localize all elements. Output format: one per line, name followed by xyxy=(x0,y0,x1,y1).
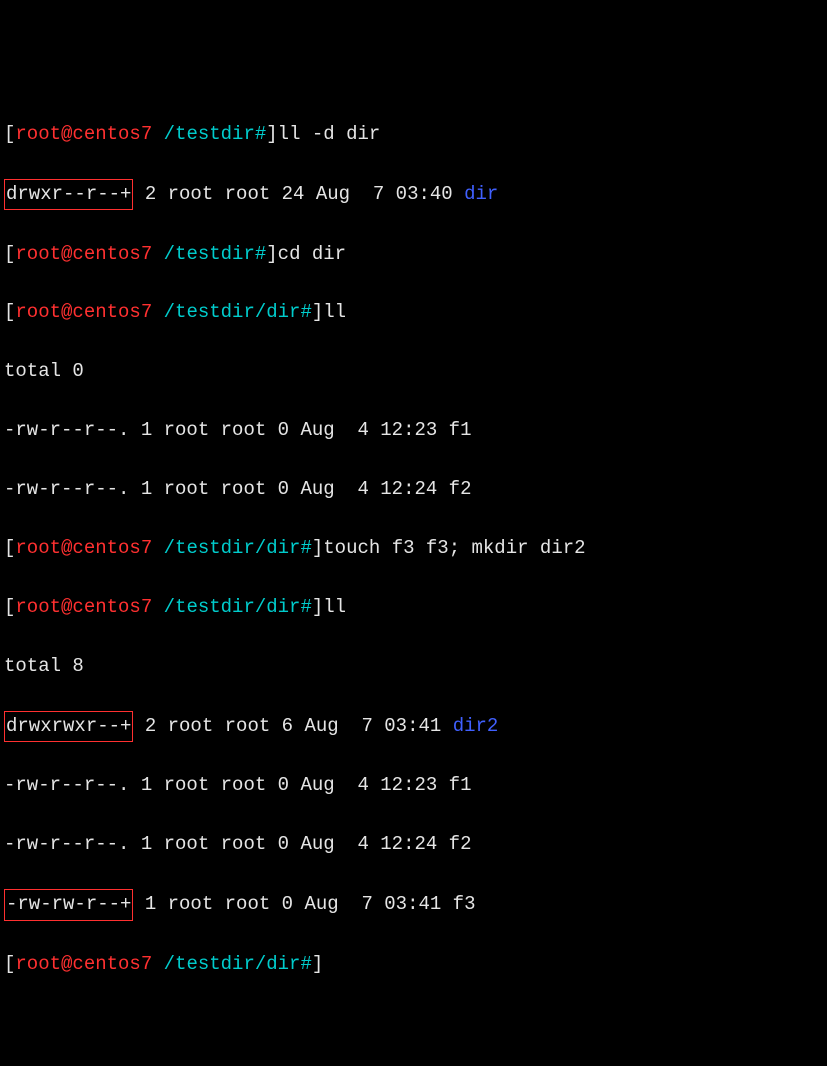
dir-name: dir2 xyxy=(453,715,499,737)
command-text: ll xyxy=(323,301,346,323)
output-total: total 8 xyxy=(4,652,823,681)
command-text: ll -d dir xyxy=(278,123,381,145)
file-meta: 1 root root 0 Aug 7 03:41 f3 xyxy=(133,893,475,915)
prompt-path: /testdir/dir# xyxy=(152,301,312,323)
bracket-close: ] xyxy=(312,596,323,618)
bracket-open: [ xyxy=(4,301,15,323)
file-meta: 2 root root 6 Aug 7 03:41 xyxy=(133,715,452,737)
file-listing: -rw-r--r--. 1 root root 0 Aug 4 12:24 f2 xyxy=(4,830,823,859)
user-host: root@centos7 xyxy=(15,301,152,323)
terminal-line-2: drwxr--r--+ 2 root root 24 Aug 7 03:40 d… xyxy=(4,179,823,210)
bracket-close: ] xyxy=(312,537,323,559)
bracket-close: ] xyxy=(266,243,277,265)
terminal-line-1: [root@centos7 /testdir#]ll -d dir xyxy=(4,120,823,149)
file-listing: -rw-r--r--. 1 root root 0 Aug 4 12:23 f1 xyxy=(4,416,823,445)
terminal-line-3: [root@centos7 /testdir#]cd dir xyxy=(4,240,823,269)
terminal-line-15[interactable]: [root@centos7 /testdir/dir#] xyxy=(4,950,823,979)
bracket-close: ] xyxy=(312,953,323,975)
bracket-open: [ xyxy=(4,596,15,618)
command-text: ll xyxy=(323,596,346,618)
permissions-highlighted: -rw-rw-r--+ xyxy=(4,889,133,920)
bracket-open: [ xyxy=(4,243,15,265)
permissions-highlighted: drwxrwxr--+ xyxy=(4,711,133,742)
user-host: root@centos7 xyxy=(15,243,152,265)
prompt-path: /testdir/dir# xyxy=(152,596,312,618)
permissions-highlighted: drwxr--r--+ xyxy=(4,179,133,210)
file-listing: -rw-r--r--. 1 root root 0 Aug 4 12:23 f1 xyxy=(4,771,823,800)
bracket-open: [ xyxy=(4,123,15,145)
prompt-path: /testdir/dir# xyxy=(152,953,312,975)
bracket-open: [ xyxy=(4,537,15,559)
output-total: total 0 xyxy=(4,357,823,386)
file-meta: 2 root root 24 Aug 7 03:40 xyxy=(133,183,464,205)
terminal-line-11: drwxrwxr--+ 2 root root 6 Aug 7 03:41 di… xyxy=(4,711,823,742)
terminal-line-8: [root@centos7 /testdir/dir#]touch f3 f3;… xyxy=(4,534,823,563)
dir-name: dir xyxy=(464,183,498,205)
terminal-line-14: -rw-rw-r--+ 1 root root 0 Aug 7 03:41 f3 xyxy=(4,889,823,920)
terminal-line-9: [root@centos7 /testdir/dir#]ll xyxy=(4,593,823,622)
file-listing: -rw-r--r--. 1 root root 0 Aug 4 12:24 f2 xyxy=(4,475,823,504)
user-host: root@centos7 xyxy=(15,123,152,145)
bracket-close: ] xyxy=(312,301,323,323)
command-text: touch f3 f3; mkdir dir2 xyxy=(323,537,585,559)
command-text: cd dir xyxy=(278,243,346,265)
user-host: root@centos7 xyxy=(15,537,152,559)
bracket-close: ] xyxy=(266,123,277,145)
prompt-path: /testdir/dir# xyxy=(152,537,312,559)
user-host: root@centos7 xyxy=(15,953,152,975)
bracket-open: [ xyxy=(4,953,15,975)
prompt-path: /testdir# xyxy=(152,123,266,145)
prompt-path: /testdir# xyxy=(152,243,266,265)
user-host: root@centos7 xyxy=(15,596,152,618)
terminal-line-4: [root@centos7 /testdir/dir#]ll xyxy=(4,298,823,327)
